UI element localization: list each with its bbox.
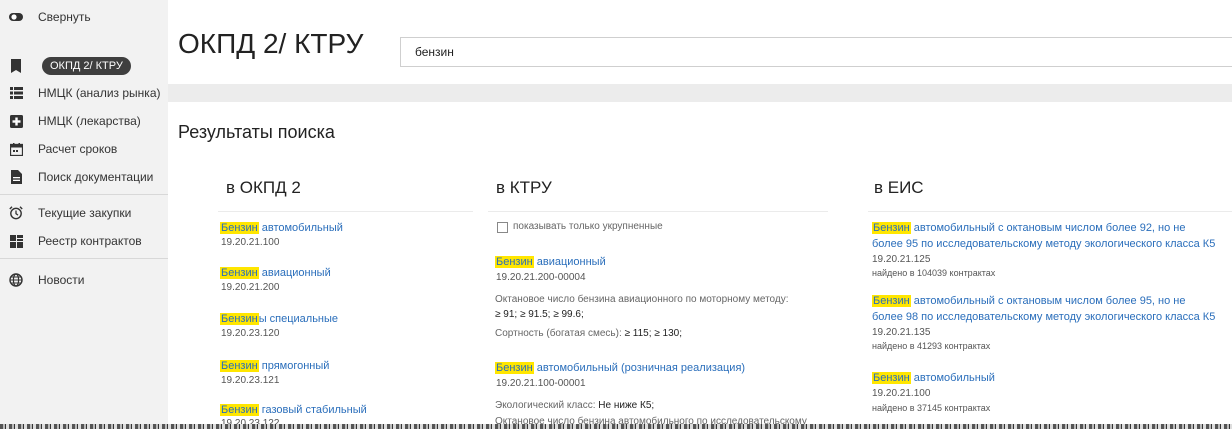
- search-highlight: Бензин: [495, 256, 534, 268]
- column-title-okpd: в ОКПД 2: [226, 178, 301, 197]
- sidebar-item-label: Реестр контрактов: [38, 234, 142, 248]
- enlarged-only-label[interactable]: показывать только укрупненные: [513, 221, 663, 232]
- ktru-code: 19.20.21.100-00001: [496, 378, 586, 389]
- okpd-code: 19.20.21.200: [221, 282, 280, 293]
- header-divider-bar: [168, 84, 1232, 102]
- ktru-characteristic-value: ≥ 115; ≥ 130;: [624, 328, 683, 339]
- column-title-ktru: в КТРУ: [496, 178, 552, 197]
- sidebar-item-label: Расчет сроков: [38, 142, 118, 156]
- sidebar-item-label: Текущие закупки: [38, 206, 132, 220]
- eis-contract-count: найдено в 37145 контрактах: [872, 403, 991, 413]
- column-title-eis: в ЕИС: [874, 178, 924, 197]
- ktru-characteristic-value: Не ниже К5;: [598, 400, 655, 411]
- eis-code: 19.20.21.135: [872, 327, 931, 338]
- list-icon: [9, 86, 23, 100]
- sidebar-item-label: НМЦК (лекарства): [38, 114, 141, 128]
- search-input[interactable]: [401, 38, 1232, 66]
- eis-result-link[interactable]: Бензин автомобильный с октановым числом …: [872, 220, 1215, 252]
- bottom-artifact-strip: [0, 424, 1232, 429]
- search-highlight: Бензин: [220, 267, 259, 279]
- eis-contract-count: найдено в 41293 контрактах: [872, 341, 991, 351]
- search-highlight: Бензин: [220, 222, 259, 234]
- sidebar-item-label: Свернуть: [38, 10, 91, 24]
- sidebar-item-okpd-ktru[interactable]: ОКПД 2/ КТРУ: [0, 54, 168, 78]
- sidebar-item-deadlines[interactable]: Расчет сроков: [0, 137, 168, 161]
- ktru-result-link[interactable]: Бензин автомобильный (розничная реализац…: [495, 360, 745, 376]
- sidebar-item-nmck-market[interactable]: НМЦК (анализ рынка): [0, 81, 168, 105]
- search-highlight: Бензин: [220, 313, 259, 325]
- search-highlight: Бензин: [872, 295, 911, 307]
- sidebar-item-label: Поиск документации: [38, 170, 154, 184]
- okpd-result-link[interactable]: Бензин газовый стабильный: [220, 402, 367, 418]
- okpd-code: 19.20.21.100: [221, 237, 280, 248]
- eis-contract-count: найдено в 104039 контрактах: [872, 268, 996, 278]
- ktru-characteristic: Экологический класс: Не ниже К5;: [495, 400, 655, 411]
- sidebar-item-news[interactable]: Новости: [0, 268, 168, 292]
- sidebar-divider: [0, 258, 168, 259]
- eis-code: 19.20.21.125: [872, 254, 931, 265]
- ktru-characteristic: Октановое число бензина авиационного по …: [495, 294, 789, 305]
- sidebar: Свернуть ОКПД 2/ КТРУ НМЦК (анализ рынка…: [0, 0, 168, 429]
- ktru-characteristic: Сортность (богатая смесь): ≥ 115; ≥ 130;: [495, 328, 683, 339]
- sidebar-item-contracts-registry[interactable]: Реестр контрактов: [0, 229, 168, 253]
- search-highlight: Бензин: [220, 360, 259, 372]
- sidebar-item-label: Новости: [38, 273, 85, 287]
- header: ОКПД 2/ КТРУ: [168, 0, 1232, 84]
- results-panel: Результаты поиска в ОКПД 2 Бензин автомо…: [168, 102, 1232, 429]
- ktru-result-link[interactable]: Бензин авиационный: [495, 254, 606, 270]
- calendar-icon: [9, 142, 23, 156]
- grid-icon: [9, 234, 23, 248]
- eis-result-link[interactable]: Бензин автомобильный: [872, 370, 995, 386]
- eis-code: 19.20.21.100: [872, 388, 931, 399]
- bookmark-icon: [9, 59, 23, 73]
- okpd-result-link[interactable]: Бензины специальные: [220, 311, 338, 327]
- okpd-code: 19.20.23.120: [221, 328, 280, 339]
- sidebar-item-label: ОКПД 2/ КТРУ: [42, 57, 131, 75]
- ktru-characteristic-value: ≥ 91; ≥ 91.5; ≥ 99.6;: [495, 309, 584, 320]
- search-highlight: Бензин: [495, 362, 534, 374]
- document-icon: [9, 170, 23, 184]
- okpd-result-link[interactable]: Бензин прямогонный: [220, 358, 329, 374]
- search-highlight: Бензин: [872, 222, 911, 234]
- search-box[interactable]: [400, 37, 1232, 67]
- sidebar-item-collapse[interactable]: Свернуть: [0, 5, 168, 29]
- results-title: Результаты поиска: [178, 122, 335, 142]
- enlarged-only-checkbox[interactable]: [497, 222, 508, 233]
- column-divider: [868, 211, 1232, 212]
- alarm-clock-icon: [9, 206, 23, 220]
- search-highlight: Бензин: [220, 404, 259, 416]
- okpd-result-link[interactable]: Бензин авиационный: [220, 265, 331, 281]
- column-divider: [488, 211, 828, 212]
- sidebar-item-nmck-drugs[interactable]: НМЦК (лекарства): [0, 109, 168, 133]
- sidebar-item-doc-search[interactable]: Поиск документации: [0, 165, 168, 189]
- okpd-result-link[interactable]: Бензин автомобильный: [220, 220, 343, 236]
- page-title: ОКПД 2/ КТРУ: [178, 28, 364, 59]
- sidebar-divider: [0, 194, 168, 195]
- toggle-icon: [9, 10, 23, 24]
- sidebar-item-label: НМЦК (анализ рынка): [38, 86, 161, 100]
- sidebar-item-current-purchases[interactable]: Текущие закупки: [0, 201, 168, 225]
- eis-result-link[interactable]: Бензин автомобильный с октановым числом …: [872, 293, 1215, 325]
- ktru-code: 19.20.21.200-00004: [496, 272, 586, 283]
- globe-icon: [9, 273, 23, 287]
- medical-plus-icon: [9, 114, 23, 128]
- search-highlight: Бензин: [872, 372, 911, 384]
- column-divider: [218, 211, 473, 212]
- okpd-code: 19.20.23.121: [221, 375, 280, 386]
